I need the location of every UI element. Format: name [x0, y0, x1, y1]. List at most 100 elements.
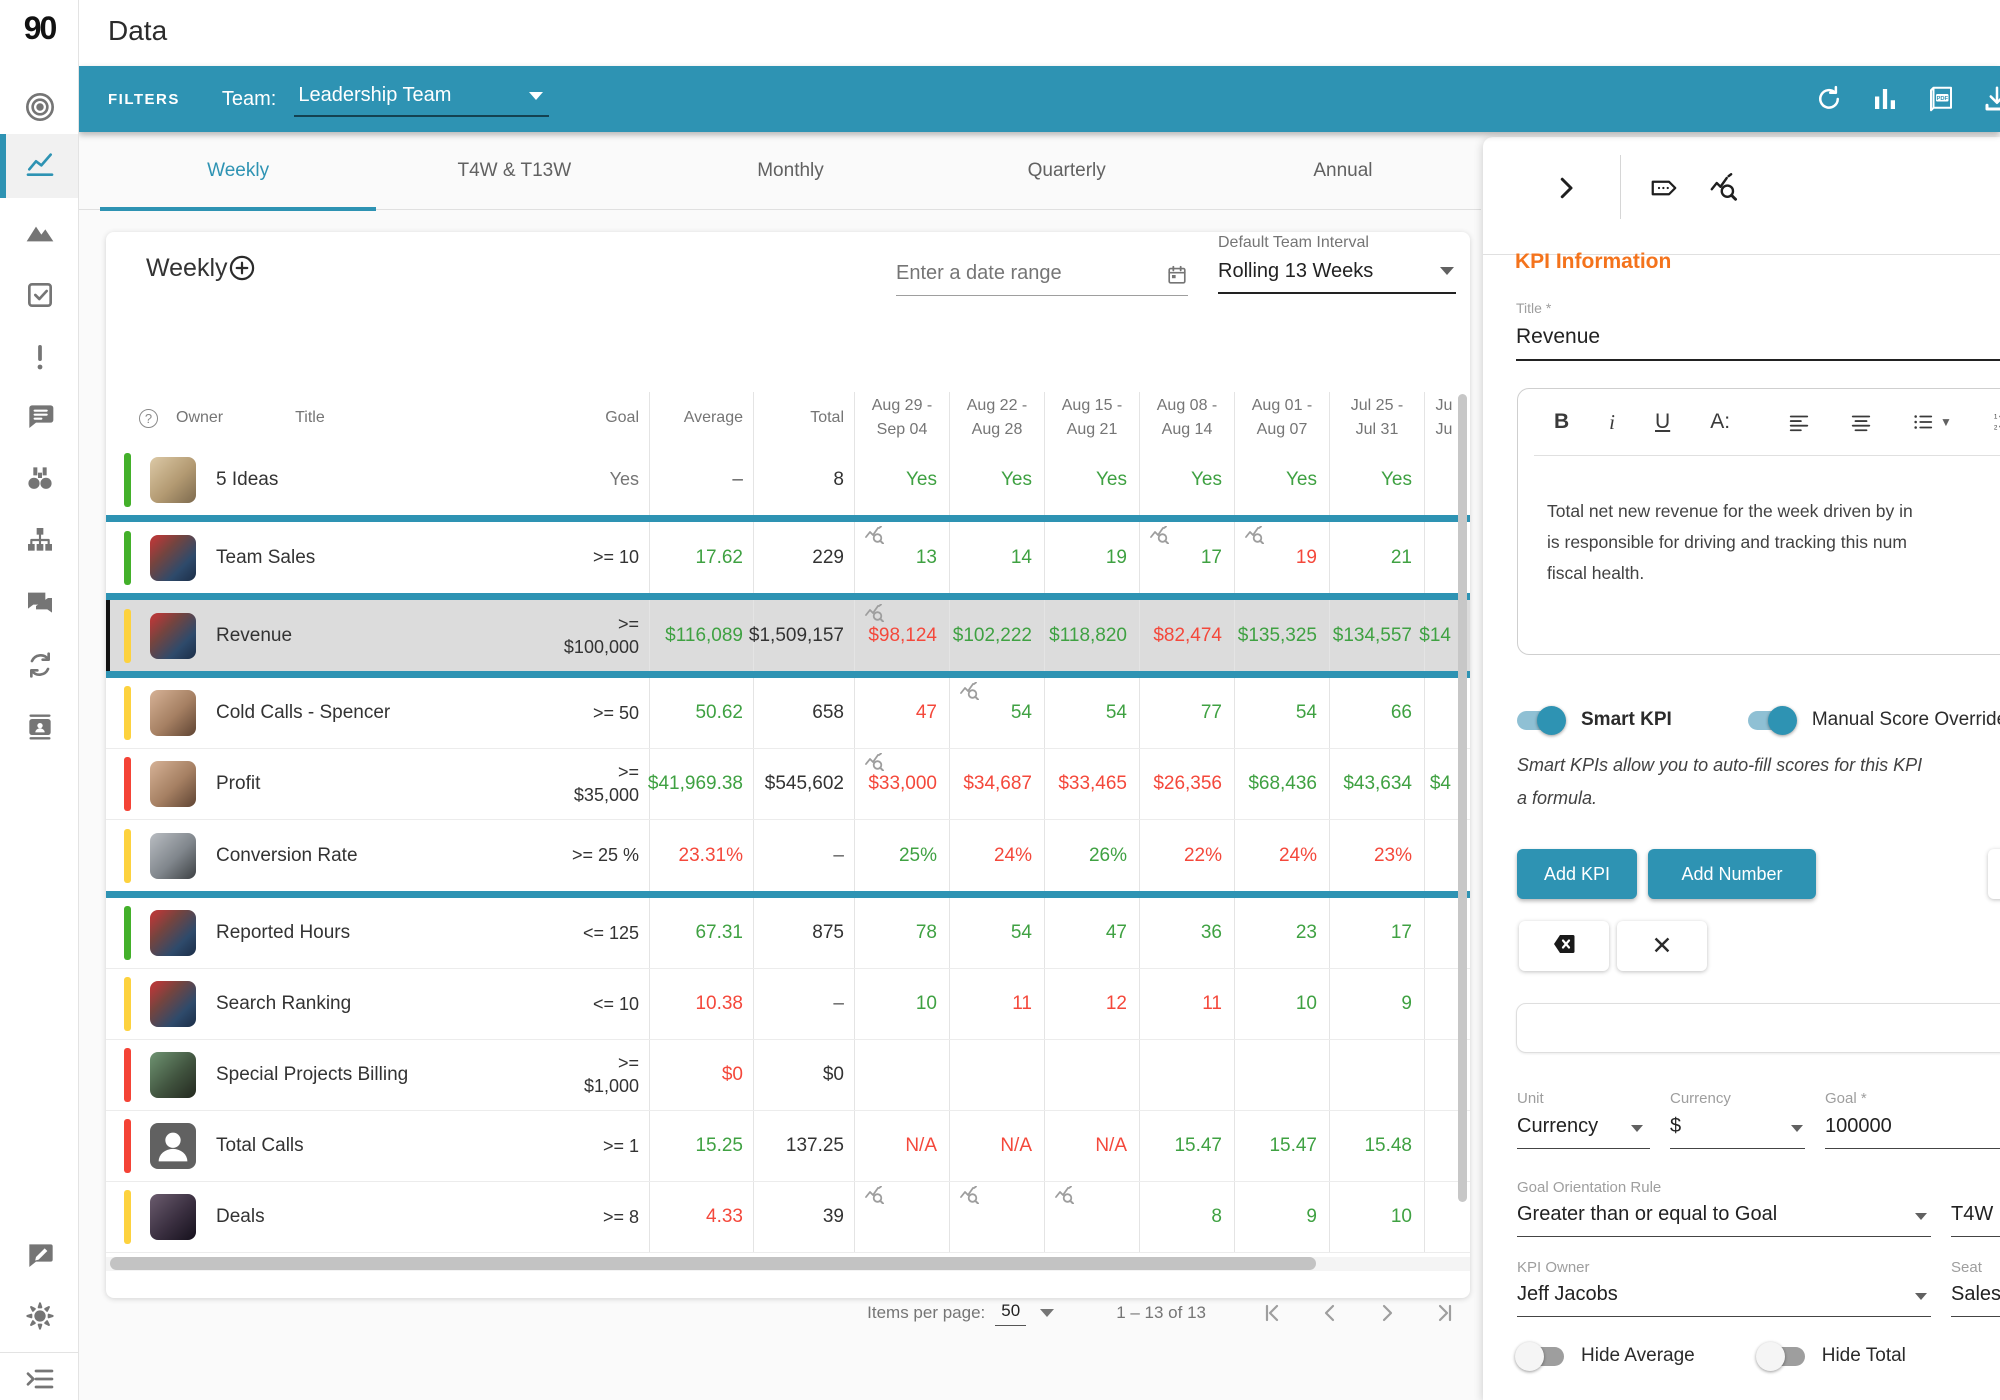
score-cell[interactable]: N/A [1045, 1111, 1140, 1181]
smart-kpi-toggle[interactable] [1517, 711, 1564, 730]
kpi-title[interactable]: Cold Calls - Spencer [216, 702, 390, 724]
label-icon[interactable] [1649, 173, 1679, 203]
score-cell[interactable]: 54 [1045, 678, 1140, 748]
add-kpi-button[interactable]: Add KPI [1517, 849, 1637, 899]
tab-weekly[interactable]: Weekly [100, 132, 376, 210]
t4w-field[interactable]: T4W [1951, 1203, 1993, 1226]
score-cell[interactable]: Yes [1140, 444, 1235, 515]
score-cell[interactable]: $118,820 [1045, 600, 1140, 671]
score-cell[interactable]: Yes [1045, 444, 1140, 515]
table-row[interactable]: Revenue>=$100,000$116,089$1,509,157$98,1… [106, 600, 1470, 671]
score-cell[interactable] [1235, 1040, 1330, 1110]
score-cell[interactable]: 11 [950, 969, 1045, 1039]
chat-icon[interactable] [24, 586, 56, 618]
score-cell[interactable]: 19 [1045, 522, 1140, 593]
trend-audit-icon[interactable] [1244, 526, 1264, 544]
score-cell[interactable]: 77 [1140, 678, 1235, 748]
description-editor[interactable]: B i U A: ▼ 12 Total net new revenue for … [1517, 388, 2000, 655]
chevron-down-icon[interactable] [1631, 1125, 1643, 1132]
kpi-title[interactable]: Search Ranking [216, 993, 351, 1015]
chevron-down-icon[interactable] [1040, 1309, 1054, 1317]
clear-button[interactable]: ✕ [1617, 921, 1707, 971]
unit-select[interactable]: Currency [1517, 1115, 1598, 1138]
score-cell[interactable]: 26% [1045, 820, 1140, 891]
previous-page-icon[interactable] [1318, 1301, 1342, 1325]
pdf-export-icon[interactable]: PDF [1926, 84, 1956, 114]
score-cell[interactable]: Yes [855, 444, 950, 515]
score-cell[interactable]: $102,222 [950, 600, 1045, 671]
score-cell[interactable] [950, 1182, 1045, 1252]
score-cell[interactable] [1045, 1040, 1140, 1110]
chevron-down-icon[interactable] [1791, 1125, 1803, 1132]
team-select[interactable]: Leadership Team [294, 82, 549, 117]
feedback-icon[interactable] [24, 1239, 56, 1271]
score-cell[interactable]: 14 [950, 522, 1045, 593]
kpi-title[interactable]: 5 Ideas [216, 469, 278, 491]
trend-audit-icon[interactable] [864, 1186, 884, 1204]
collapse-panel-icon[interactable] [1551, 173, 1581, 203]
score-cell[interactable]: 10 [1330, 1182, 1425, 1252]
score-cell[interactable]: 25% [855, 820, 950, 891]
table-row[interactable]: 5 IdeasYes–8YesYesYesYesYesYes [106, 444, 1470, 515]
calendar-icon[interactable] [1166, 264, 1188, 286]
kpi-title[interactable]: Special Projects Billing [216, 1064, 408, 1086]
score-cell[interactable]: 23 [1235, 898, 1330, 968]
bold-icon[interactable]: B [1554, 410, 1569, 434]
formula-input[interactable] [1516, 1003, 2000, 1053]
score-cell[interactable]: $26,356 [1140, 749, 1235, 819]
kpi-title[interactable]: Reported Hours [216, 922, 350, 944]
score-cell[interactable]: 17 [1330, 898, 1425, 968]
score-cell[interactable]: $68,436 [1235, 749, 1330, 819]
score-cell[interactable]: 23% [1330, 820, 1425, 891]
tab-annual[interactable]: Annual [1205, 132, 1481, 210]
seat-select[interactable]: Sales [1951, 1283, 2000, 1306]
issues-icon[interactable] [24, 341, 56, 373]
underline-icon[interactable]: U [1655, 410, 1670, 434]
kpi-title[interactable]: Conversion Rate [216, 845, 358, 867]
formula-extra-button[interactable] [1988, 849, 2000, 899]
score-cell[interactable]: 54 [1235, 678, 1330, 748]
score-cell[interactable]: 47 [1045, 898, 1140, 968]
score-cell[interactable]: 15.47 [1235, 1111, 1330, 1181]
manual-score-override-toggle[interactable] [1748, 711, 1795, 730]
chevron-down-icon[interactable] [1915, 1293, 1927, 1300]
kpi-title[interactable]: Revenue [216, 625, 292, 647]
score-cell[interactable]: 11 [1140, 969, 1235, 1039]
first-page-icon[interactable] [1261, 1301, 1285, 1325]
score-cell[interactable]: 9 [1330, 969, 1425, 1039]
score-cell[interactable]: 78 [855, 898, 950, 968]
score-cell[interactable] [950, 1040, 1045, 1110]
score-cell[interactable]: Yes [1330, 444, 1425, 515]
directory-icon[interactable] [24, 711, 56, 743]
score-cell[interactable]: $82,474 [1140, 600, 1235, 671]
last-page-icon[interactable] [1432, 1301, 1456, 1325]
align-center-icon[interactable] [1850, 411, 1872, 433]
score-cell[interactable]: $34,687 [950, 749, 1045, 819]
hide-average-toggle[interactable] [1517, 1347, 1564, 1366]
table-row[interactable]: Profit>=$35,000$41,969.38$545,602$33,000… [106, 749, 1470, 820]
score-cell[interactable]: $134,557 [1330, 600, 1425, 671]
trend-audit-icon[interactable] [864, 604, 884, 622]
meetings-icon[interactable] [24, 400, 56, 432]
score-cell[interactable]: 22% [1140, 820, 1235, 891]
table-row[interactable]: Team Sales>= 1017.62229131419171921 [106, 522, 1470, 593]
trend-audit-icon[interactable] [959, 1186, 979, 1204]
kpi-title[interactable]: Total Calls [216, 1135, 304, 1157]
score-cell[interactable]: N/A [855, 1111, 950, 1181]
rocks-icon[interactable] [24, 216, 56, 248]
score-cell[interactable]: 10 [1235, 969, 1330, 1039]
table-row[interactable]: Search Ranking<= 1010.38–10111211109 [106, 969, 1470, 1040]
todos-icon[interactable] [24, 279, 56, 311]
align-left-icon[interactable] [1788, 411, 1810, 433]
backspace-button[interactable] [1519, 921, 1609, 971]
italic-icon[interactable]: i [1609, 410, 1615, 435]
score-cell[interactable]: $33,465 [1045, 749, 1140, 819]
bulleted-list-icon[interactable] [1912, 411, 1934, 433]
vision-icon[interactable] [24, 462, 56, 494]
chevron-down-icon[interactable]: ▼ [1940, 415, 1952, 429]
trend-audit-icon[interactable] [959, 682, 979, 700]
sync-icon[interactable] [24, 649, 56, 681]
score-cell[interactable] [1140, 1040, 1235, 1110]
kpi-owner-select[interactable]: Jeff Jacobs [1517, 1283, 1618, 1306]
score-cell[interactable]: Yes [1235, 444, 1330, 515]
